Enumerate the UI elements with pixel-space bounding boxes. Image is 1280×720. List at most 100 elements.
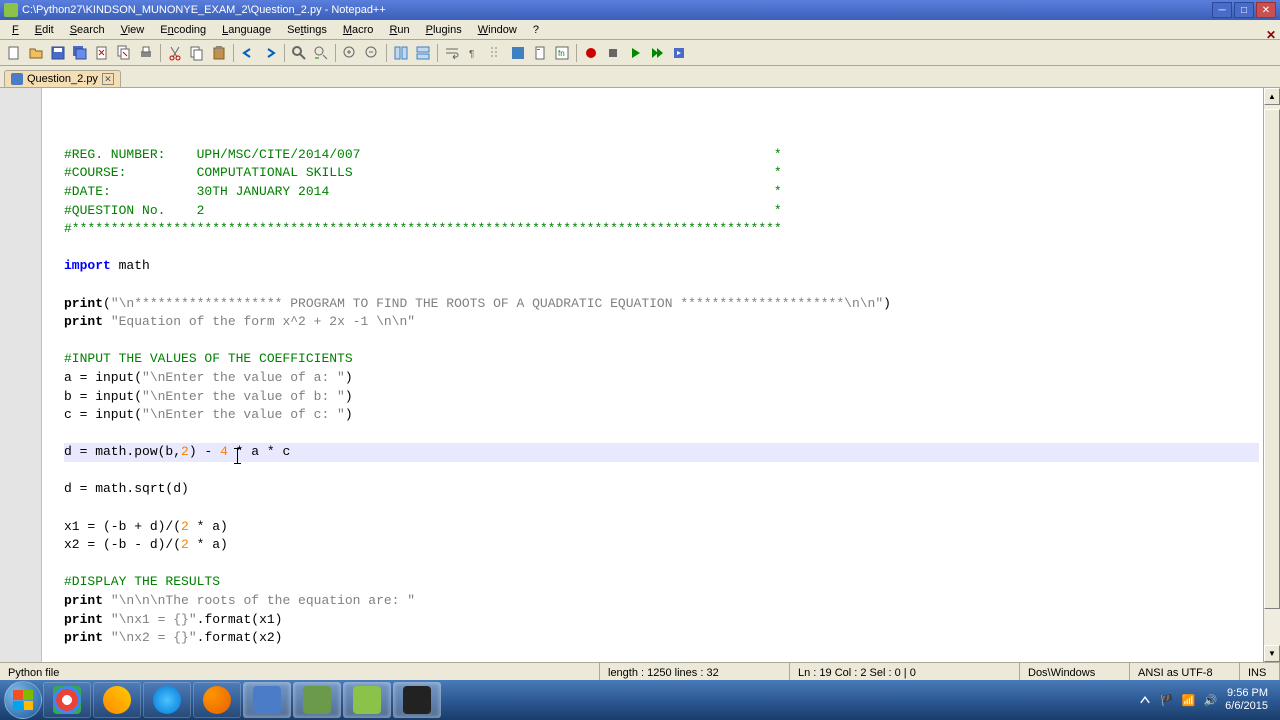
code-editor[interactable]: #REG. NUMBER: UPH/MSC/CITE/2014/007 *#CO… (42, 88, 1263, 662)
save-macro-button[interactable] (669, 43, 689, 63)
menu-settings[interactable]: Settings (279, 22, 335, 38)
code-line[interactable]: b = input("\nEnter the value of b: ") (64, 388, 1259, 407)
find-button[interactable] (289, 43, 309, 63)
funclist-button[interactable]: fn (552, 43, 572, 63)
menu-help[interactable]: ? (525, 22, 547, 38)
taskbar-wmp[interactable] (93, 682, 141, 718)
code-line[interactable] (64, 239, 1259, 258)
system-tray[interactable]: 🏴 📶 🔊 9:56 PM 6/6/2015 (1138, 687, 1276, 713)
code-line[interactable]: #INPUT THE VALUES OF THE COEFFICIENTS (64, 350, 1259, 369)
code-line[interactable]: print "Equation of the form x^2 + 2x -1 … (64, 313, 1259, 332)
vertical-scrollbar[interactable]: ▲ ▼ (1263, 88, 1280, 662)
close-button[interactable]: ✕ (1256, 2, 1276, 18)
code-line[interactable]: #DATE: 30TH JANUARY 2014 * (64, 183, 1259, 202)
code-line[interactable] (64, 332, 1259, 351)
gutter[interactable] (0, 88, 42, 662)
start-button[interactable] (4, 681, 42, 719)
record-macro-button[interactable] (581, 43, 601, 63)
play-multi-button[interactable] (647, 43, 667, 63)
statusbar: Python file length : 1250 lines : 32 Ln … (0, 662, 1280, 682)
clock[interactable]: 9:56 PM 6/6/2015 (1225, 687, 1268, 713)
taskbar-firefox[interactable] (193, 682, 241, 718)
open-file-button[interactable] (26, 43, 46, 63)
menu-run[interactable]: Run (381, 22, 417, 38)
scroll-up-button[interactable]: ▲ (1264, 88, 1280, 105)
menu-plugins[interactable]: Plugins (418, 22, 470, 38)
code-line[interactable]: print("\n******************* PROGRAM TO … (64, 295, 1259, 314)
save-all-button[interactable] (70, 43, 90, 63)
code-line[interactable]: a = input("\nEnter the value of a: ") (64, 369, 1259, 388)
code-line[interactable]: print "\nx1 = {}".format(x1) (64, 611, 1259, 630)
taskbar-cmd[interactable] (393, 682, 441, 718)
taskbar-chrome[interactable] (43, 682, 91, 718)
replace-button[interactable] (311, 43, 331, 63)
menu-view[interactable]: View (113, 22, 153, 38)
menu-edit[interactable]: Edit (27, 22, 62, 38)
svg-text:fn: fn (558, 49, 565, 58)
tabbar: Question_2.py ✕ (0, 66, 1280, 88)
code-line[interactable] (64, 425, 1259, 444)
code-line[interactable]: #COURSE: COMPUTATIONAL SKILLS * (64, 164, 1259, 183)
save-button[interactable] (48, 43, 68, 63)
udl-button[interactable] (508, 43, 528, 63)
tray-volume-icon[interactable]: 🔊 (1203, 694, 1217, 707)
docmap-button[interactable] (530, 43, 550, 63)
code-line[interactable]: #DISPLAY THE RESULTS (64, 573, 1259, 592)
menu-language[interactable]: Language (214, 22, 279, 38)
windows-logo-icon (13, 690, 33, 710)
taskbar-app-2[interactable] (293, 682, 341, 718)
show-chars-button[interactable]: ¶ (464, 43, 484, 63)
menu-search[interactable]: Search (62, 22, 113, 38)
code-line[interactable]: c = input("\nEnter the value of c: ") (64, 406, 1259, 425)
code-line[interactable]: d = math.pow(b,2) - 4 * a * c (64, 443, 1259, 462)
sync-h-button[interactable] (413, 43, 433, 63)
stop-macro-button[interactable] (603, 43, 623, 63)
taskbar-notepad[interactable] (343, 682, 391, 718)
wordwrap-button[interactable] (442, 43, 462, 63)
indent-guide-button[interactable] (486, 43, 506, 63)
menu-window[interactable]: Window (470, 22, 525, 38)
tray-network-icon[interactable]: 📶 (1182, 694, 1196, 707)
taskbar-app-1[interactable] (243, 682, 291, 718)
code-line[interactable]: x2 = (-b - d)/(2 * a) (64, 536, 1259, 555)
code-line[interactable] (64, 499, 1259, 518)
code-line[interactable]: print "\n\n\nThe roots of the equation a… (64, 592, 1259, 611)
redo-button[interactable] (260, 43, 280, 63)
new-file-button[interactable] (4, 43, 24, 63)
menu-macro[interactable]: Macro (335, 22, 382, 38)
code-line[interactable]: #***************************************… (64, 220, 1259, 239)
print-button[interactable] (136, 43, 156, 63)
code-line[interactable]: d = math.sqrt(d) (64, 480, 1259, 499)
file-tab[interactable]: Question_2.py ✕ (4, 70, 121, 87)
code-line[interactable] (64, 648, 1259, 662)
sync-v-button[interactable] (391, 43, 411, 63)
close-file-button[interactable] (92, 43, 112, 63)
tray-flag-icon[interactable]: 🏴 (1160, 694, 1174, 707)
code-line[interactable]: x1 = (-b + d)/(2 * a) (64, 518, 1259, 537)
code-line[interactable]: #QUESTION No. 2 * (64, 202, 1259, 221)
code-line[interactable]: #REG. NUMBER: UPH/MSC/CITE/2014/007 * (64, 146, 1259, 165)
tab-close-button[interactable]: ✕ (102, 73, 114, 85)
code-line[interactable]: print "\nx2 = {}".format(x2) (64, 629, 1259, 648)
maximize-button[interactable]: □ (1234, 2, 1254, 18)
scroll-thumb[interactable] (1264, 109, 1280, 609)
undo-button[interactable] (238, 43, 258, 63)
tray-expand-icon[interactable] (1138, 693, 1152, 707)
minimize-button[interactable]: ─ (1212, 2, 1232, 18)
zoom-out-button[interactable] (362, 43, 382, 63)
menu-file[interactable]: F (4, 22, 27, 38)
copy-button[interactable] (187, 43, 207, 63)
close-all-button[interactable] (114, 43, 134, 63)
code-line[interactable]: import math (64, 257, 1259, 276)
zoom-in-button[interactable] (340, 43, 360, 63)
code-line[interactable] (64, 555, 1259, 574)
code-line[interactable] (64, 276, 1259, 295)
scroll-down-button[interactable]: ▼ (1264, 645, 1280, 662)
tabbar-close-icon[interactable]: ✕ (1266, 28, 1278, 40)
code-line[interactable] (64, 462, 1259, 481)
menu-encoding[interactable]: Encoding (152, 22, 214, 38)
cut-button[interactable] (165, 43, 185, 63)
taskbar-ie[interactable] (143, 682, 191, 718)
paste-button[interactable] (209, 43, 229, 63)
play-macro-button[interactable] (625, 43, 645, 63)
